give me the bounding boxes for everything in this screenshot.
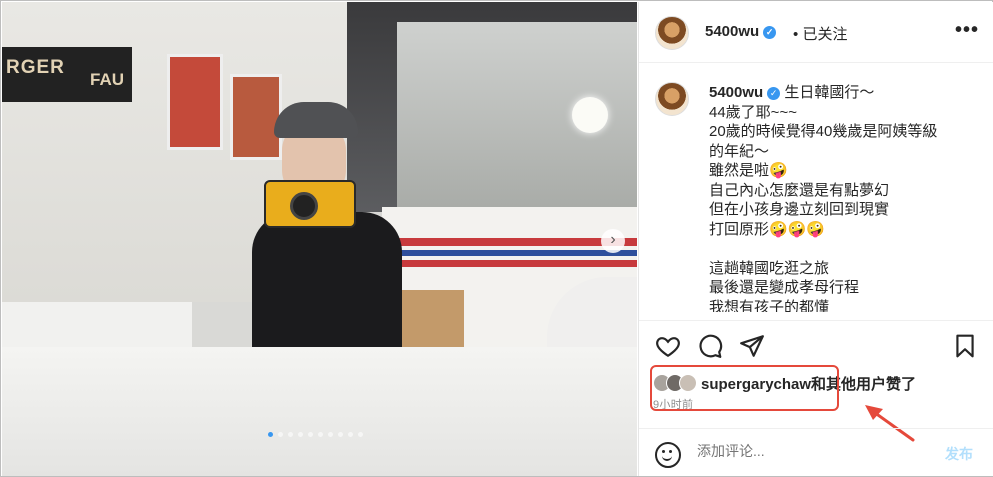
sign-text: FAU bbox=[90, 70, 124, 89]
carousel-dot bbox=[268, 432, 273, 437]
username-link[interactable]: 5400wu ✓ bbox=[705, 23, 777, 40]
caption-line: 打回原形🤪🤪🤪 bbox=[709, 220, 826, 238]
ceiling-lamp bbox=[572, 97, 608, 133]
caption-line: 的年紀～ bbox=[709, 142, 770, 160]
carousel-dot bbox=[348, 432, 353, 437]
carousel-dot bbox=[308, 432, 313, 437]
post-header: 5400wu ✓ • 已关注 ••• bbox=[639, 2, 993, 63]
post-photo[interactable]: RGER FAU › bbox=[2, 2, 637, 476]
caption-line: 這趟韓國吃逛之旅 bbox=[709, 259, 830, 277]
avatar[interactable] bbox=[655, 16, 689, 50]
wall-poster bbox=[167, 54, 223, 150]
annotation-highlight-box bbox=[650, 365, 839, 411]
next-arrow-icon[interactable]: › bbox=[601, 229, 625, 253]
carousel-dot bbox=[358, 432, 363, 437]
action-bar bbox=[639, 320, 993, 369]
instagram-post-window: RGER FAU › 5400wu ✓ • 已关注 ••• 5400wu ✓ 生… bbox=[0, 0, 993, 477]
caption-line: 最後還是變成孝母行程 bbox=[709, 279, 860, 296]
share-icon[interactable] bbox=[739, 333, 765, 359]
caption-line: 我想有孩子的都懂 bbox=[709, 298, 830, 312]
caption-line: 雖然是啦🤪 bbox=[709, 162, 788, 179]
table bbox=[2, 347, 637, 476]
carousel-dot bbox=[338, 432, 343, 437]
caption-line: 自己內心怎麼還是有點夢幻 bbox=[709, 181, 890, 199]
carousel-dot bbox=[318, 432, 323, 437]
follow-status[interactable]: • 已关注 bbox=[793, 23, 847, 44]
sign-text: RGER bbox=[6, 57, 65, 78]
person-with-camera bbox=[222, 102, 412, 362]
caption-line: 20歲的時候覺得40幾歲是阿姨等級 bbox=[709, 123, 938, 140]
post-comment-button[interactable]: 发布 bbox=[945, 444, 973, 464]
carousel-dot bbox=[298, 432, 303, 437]
caption-line: 44歲了耶~~~ bbox=[709, 103, 797, 121]
carousel-dot bbox=[288, 432, 293, 437]
carousel-indicator bbox=[268, 432, 363, 437]
caption-line bbox=[709, 239, 969, 259]
verified-icon: ✓ bbox=[767, 87, 781, 100]
post-sidebar: 5400wu ✓ • 已关注 ••• 5400wu ✓ 生日韓國行～ 44歲了耶~~… bbox=[638, 2, 993, 476]
post-caption: 5400wu ✓ 生日韓國行～ 44歲了耶~~~ 20歲的時候覺得40幾歲是阿姨等… bbox=[709, 83, 969, 312]
verified-icon: ✓ bbox=[763, 26, 777, 39]
comment-input[interactable] bbox=[697, 443, 927, 459]
carousel-dot bbox=[328, 432, 333, 437]
comment-icon[interactable] bbox=[697, 333, 723, 359]
caption-avatar[interactable] bbox=[655, 82, 689, 116]
camera bbox=[264, 180, 356, 228]
caption-username[interactable]: 5400wu bbox=[709, 84, 763, 101]
emoji-icon[interactable] bbox=[655, 442, 681, 468]
heart-icon[interactable] bbox=[655, 333, 681, 359]
more-icon[interactable]: ••• bbox=[955, 19, 979, 42]
caption-line: 但在小孩身邊立刻回到現實 bbox=[709, 201, 890, 218]
bookmark-icon[interactable] bbox=[952, 333, 978, 359]
comment-bar: 发布 bbox=[639, 428, 993, 477]
carousel-dot bbox=[278, 432, 283, 437]
caption-line: 生日韓國行～ bbox=[784, 84, 875, 101]
